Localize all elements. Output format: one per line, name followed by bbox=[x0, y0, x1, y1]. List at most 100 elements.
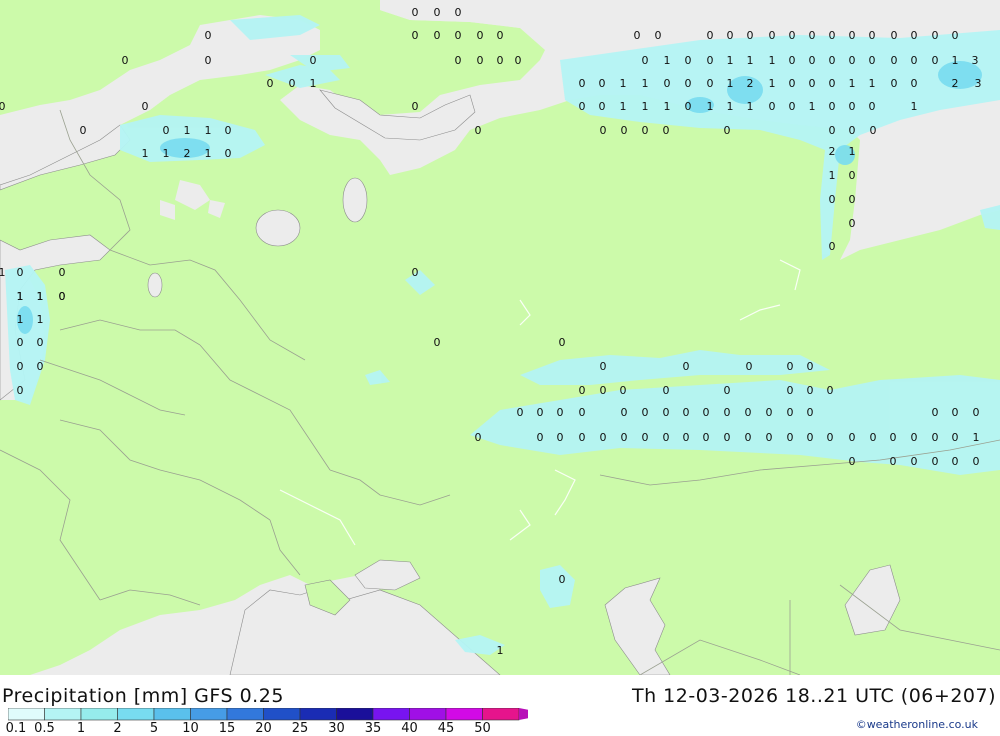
precip-value: 0 bbox=[707, 54, 714, 67]
precip-value: 0 bbox=[599, 100, 606, 113]
precip-value: 0 bbox=[807, 431, 814, 444]
precip-value: 0 bbox=[537, 406, 544, 419]
precip-value: 0 bbox=[412, 6, 419, 19]
precip-value: 1 bbox=[747, 100, 754, 113]
precip-value: 0 bbox=[455, 6, 462, 19]
precip-value: 0 bbox=[807, 406, 814, 419]
precip-value: 0 bbox=[455, 54, 462, 67]
legend-swatch bbox=[44, 708, 82, 721]
precip-value: 2 bbox=[747, 77, 754, 90]
precip-value: 2 bbox=[184, 147, 191, 160]
precip-value: 0 bbox=[477, 29, 484, 42]
precip-value: 1 bbox=[17, 313, 24, 326]
precip-value: 1 bbox=[163, 147, 170, 160]
precip-value: 0 bbox=[911, 54, 918, 67]
precip-value: 0 bbox=[932, 29, 939, 42]
precip-value: 0 bbox=[807, 384, 814, 397]
precip-value: 0 bbox=[17, 360, 24, 373]
precip-value: 1 bbox=[664, 100, 671, 113]
precip-value: 0 bbox=[434, 336, 441, 349]
precip-value: 0 bbox=[789, 54, 796, 67]
precip-value: 0 bbox=[642, 431, 649, 444]
precip-value: 0 bbox=[787, 406, 794, 419]
precip-value: 0 bbox=[412, 100, 419, 113]
legend-tick-label: 30 bbox=[328, 721, 345, 736]
precip-value: 0 bbox=[932, 431, 939, 444]
precip-value: 1 bbox=[747, 54, 754, 67]
legend-swatch bbox=[336, 708, 374, 721]
precip-value: 0 bbox=[703, 431, 710, 444]
precip-value: 0 bbox=[766, 431, 773, 444]
precip-value: 0 bbox=[891, 54, 898, 67]
precip-value: 1 bbox=[17, 290, 24, 303]
precip-value: 0 bbox=[642, 406, 649, 419]
precip-value: 1 bbox=[727, 77, 734, 90]
precip-value: 0 bbox=[579, 431, 586, 444]
legend-tick-label: 15 bbox=[218, 721, 236, 736]
legend-swatch bbox=[153, 708, 191, 721]
precip-value: 0 bbox=[849, 54, 856, 67]
precip-value: 0 bbox=[787, 360, 794, 373]
legend-tick-label: 0.5 bbox=[34, 721, 55, 736]
precip-value: 0 bbox=[870, 124, 877, 137]
precip-value: 1 bbox=[849, 77, 856, 90]
precip-value: 0 bbox=[724, 431, 731, 444]
precip-value: 0 bbox=[827, 431, 834, 444]
precip-value: 2 bbox=[829, 145, 836, 158]
legend-swatch bbox=[482, 708, 520, 721]
precip-value: 0 bbox=[849, 29, 856, 42]
precip-value: 0 bbox=[620, 384, 627, 397]
precip-value: 0 bbox=[829, 193, 836, 206]
precip-value: 0 bbox=[205, 54, 212, 67]
precip-value: 0 bbox=[59, 266, 66, 279]
precip-value: 1 bbox=[849, 145, 856, 158]
lake-onega bbox=[342, 177, 368, 223]
precip-value: 0 bbox=[707, 29, 714, 42]
precip-value: 0 bbox=[827, 384, 834, 397]
precip-value: 0 bbox=[683, 360, 690, 373]
precip-value: 0 bbox=[80, 124, 87, 137]
precip-value: 0 bbox=[932, 455, 939, 468]
precip-value: 1 bbox=[769, 77, 776, 90]
precip-value: 0 bbox=[497, 54, 504, 67]
precip-value: 0 bbox=[952, 406, 959, 419]
legend-swatch bbox=[117, 708, 155, 721]
precip-value: 1 bbox=[142, 147, 149, 160]
precip-value: 0 bbox=[849, 193, 856, 206]
precip-value: 0 bbox=[664, 77, 671, 90]
legend-tick-label: 45 bbox=[437, 721, 455, 736]
precip-value: 0 bbox=[724, 384, 731, 397]
credit-link[interactable]: ©weatheronline.co.uk bbox=[856, 718, 978, 731]
precip-value: 1 bbox=[642, 77, 649, 90]
precip-value: 0 bbox=[475, 431, 482, 444]
precip-value: 0 bbox=[973, 406, 980, 419]
precip-value: 0 bbox=[579, 100, 586, 113]
precip-value: 1 bbox=[620, 77, 627, 90]
precip-value: 0 bbox=[59, 290, 66, 303]
precip-value: 0 bbox=[289, 77, 296, 90]
precip-value: 3 bbox=[972, 54, 979, 67]
precip-value: 0 bbox=[932, 54, 939, 67]
map-footer: Precipitation [mm] GFS 0.25 Th 12-03-202… bbox=[0, 675, 1000, 736]
legend-overflow-arrow bbox=[519, 708, 528, 720]
precip-value: 0 bbox=[745, 431, 752, 444]
precip-value: 0 bbox=[497, 29, 504, 42]
precip-value: 0 bbox=[890, 431, 897, 444]
precip-value: 0 bbox=[932, 406, 939, 419]
precip-value: 0 bbox=[807, 360, 814, 373]
precip-value: 1 bbox=[952, 54, 959, 67]
precip-value: 1 bbox=[0, 266, 6, 279]
precip-value: 1 bbox=[664, 54, 671, 67]
lake-ladoga bbox=[255, 209, 301, 247]
precip-value: 0 bbox=[849, 455, 856, 468]
precip-value: 0 bbox=[789, 100, 796, 113]
precip-value: 0 bbox=[17, 266, 24, 279]
precip-value: 0 bbox=[579, 384, 586, 397]
precip-value: 0 bbox=[849, 431, 856, 444]
precip-value: 0 bbox=[37, 336, 44, 349]
precipitation-map[interactable]: 0 0 00 0 0 0 0 0 0 0 0 0 0 0 0 0 0 0 0 0 0 0 00 0 0 0 0 0 0 0 1 0 0 1 1 1 0 0… bbox=[0, 0, 1000, 675]
precip-value: 1 bbox=[205, 124, 212, 137]
lake-peipus bbox=[147, 272, 163, 298]
precip-value: 0 bbox=[599, 77, 606, 90]
precip-value: 0 bbox=[911, 455, 918, 468]
